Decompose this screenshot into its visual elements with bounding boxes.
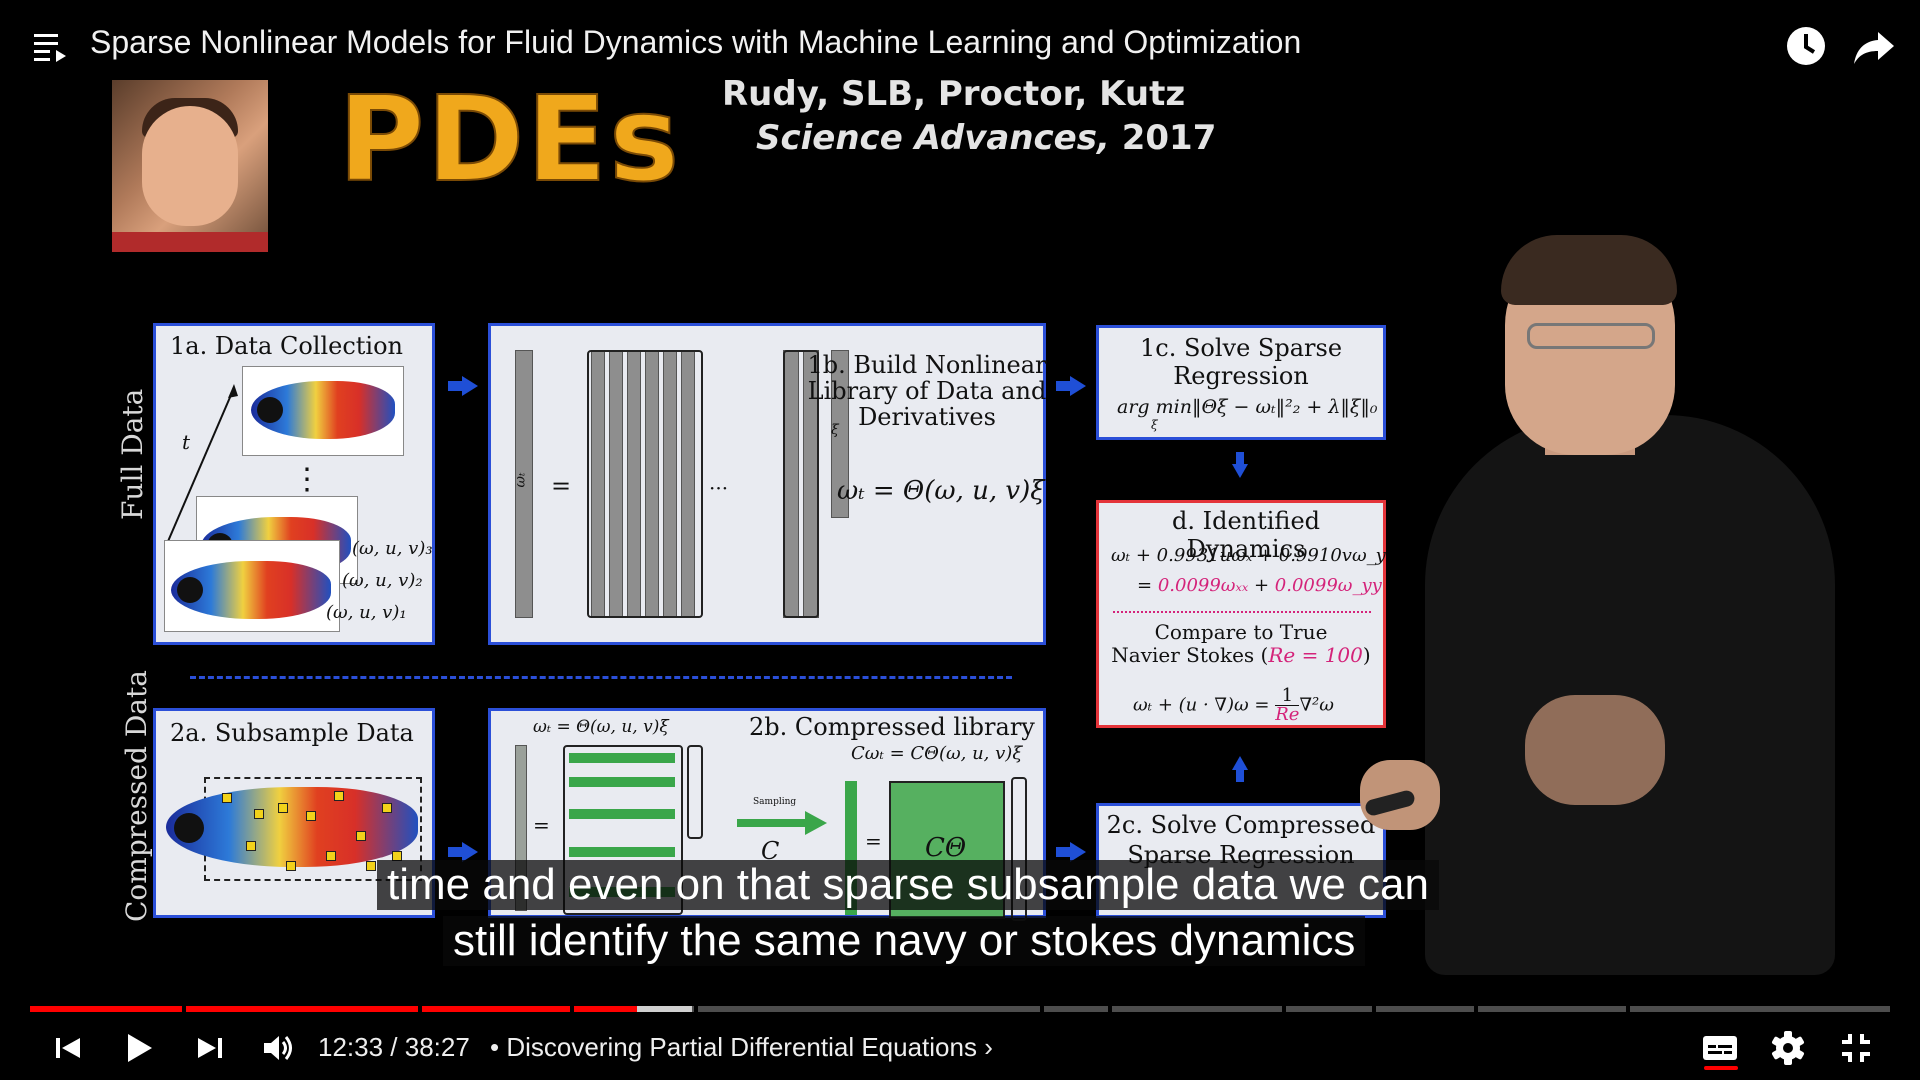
dots: ⋮: [292, 462, 322, 497]
sample-point: [278, 803, 288, 813]
sample-point: [366, 861, 376, 871]
panel-title: 1c. Solve Sparse Regression: [1139, 334, 1343, 390]
chapter-marker: [1626, 1006, 1630, 1012]
arrow-right: [1056, 376, 1086, 396]
chapter-marker: [694, 1006, 698, 1012]
played-bar: [30, 1006, 638, 1012]
chapter-marker: [1474, 1006, 1478, 1012]
subtitles-icon[interactable]: [1700, 1028, 1740, 1068]
progress-bar[interactable]: [30, 1006, 1890, 1012]
equals-sign: =: [533, 813, 550, 837]
sampling-arrow: [737, 811, 827, 835]
sample-point: [382, 803, 392, 813]
slide-journal: Science Advances, 2017: [756, 118, 1217, 158]
chapter-marker: [1372, 1006, 1376, 1012]
library-equation: ωₜ = Θ(ω, u, v)ξ: [837, 476, 1045, 506]
xi-column: [687, 745, 703, 839]
sample-point: [286, 861, 296, 871]
sampling-label: Sampling: [753, 797, 797, 807]
chapter-marker: [1108, 1006, 1112, 1012]
regression-formula: arg min‖Θξ − ωₜ‖²₂ + λ‖ξ‖₀: [1117, 396, 1378, 418]
slide-authors: Rudy, SLB, Proctor, Kutz: [722, 74, 1186, 114]
state-1: (ω, u, v)₁: [326, 602, 407, 623]
dynamics-line-2: = 0.0099ωₓₓ + 0.0099ω_yy: [1137, 575, 1382, 596]
panel-title: 1b. Build Nonlinear Library of Data and …: [807, 351, 1047, 431]
equals-sign-2: =: [865, 829, 882, 853]
chevron-right-icon: ›: [984, 1032, 993, 1062]
ellipsis: ···: [709, 476, 729, 500]
navier-stokes-equation: ωₜ + (u · ∇)ω = 1 Re ∇²ω: [1133, 685, 1334, 725]
watch-later-icon[interactable]: [1784, 24, 1828, 68]
snapshot-3: [242, 366, 404, 456]
slide-heading: PDEs: [337, 69, 682, 209]
state-3: (ω, u, v)₃: [352, 538, 433, 559]
chapter-marker: [418, 1006, 422, 1012]
side-label-full-data: Full Data: [116, 388, 149, 520]
state-2: (ω, u, v)₂: [342, 570, 423, 591]
volume-icon[interactable]: [258, 1028, 298, 1068]
sample-point: [246, 841, 256, 851]
previous-icon[interactable]: [48, 1028, 88, 1068]
time-label: t: [182, 430, 191, 454]
chapter-marker: [1282, 1006, 1286, 1012]
divider: [1113, 611, 1371, 613]
dynamics-line-1: ωₜ + 0.9931uωₓ + 0.9910vω_y: [1111, 545, 1386, 566]
settings-icon[interactable]: [1768, 1028, 1808, 1068]
vorticity-field: [166, 787, 418, 867]
chapter-marker: [570, 1006, 574, 1012]
next-icon[interactable]: [190, 1028, 230, 1068]
sample-point: [222, 793, 232, 803]
share-icon[interactable]: [1852, 24, 1896, 68]
sample-point: [334, 791, 344, 801]
side-label-compressed-data: Compressed Data: [120, 670, 153, 922]
exit-fullscreen-icon[interactable]: [1836, 1028, 1876, 1068]
panel-data-collection: 1a. Data Collection t ⋮ (ω, u, v)₃ (ω, u…: [153, 323, 435, 645]
sample-point: [356, 831, 366, 841]
arrow-right: [448, 376, 478, 396]
chapter-title[interactable]: • Discovering Partial Differential Equat…: [490, 1032, 993, 1063]
equals-sign: =: [551, 472, 572, 500]
subtitles-active-indicator: [1704, 1066, 1738, 1070]
video-title[interactable]: Sparse Nonlinear Models for Fluid Dynami…: [90, 24, 1301, 61]
panel-build-library: ωₜ = ··· ξ 1b. Build Nonlinear Library o…: [488, 323, 1047, 645]
lib-bracket-left: [587, 350, 703, 618]
panel-title: 2a. Subsample Data: [170, 719, 414, 747]
regression-sub: ξ: [1151, 418, 1158, 432]
top-equation: ωₜ = Θ(ω, u, v)ξ: [533, 717, 669, 737]
author-portrait: [112, 80, 268, 252]
sample-point: [326, 851, 336, 861]
caption-line-2: still identify the same navy or stokes d…: [443, 916, 1366, 966]
chapter-marker: [1040, 1006, 1044, 1012]
sample-point: [306, 811, 316, 821]
time-display: 12:33 / 38:27: [318, 1032, 470, 1062]
playlist-icon[interactable]: [34, 32, 66, 62]
chapter-marker: [182, 1006, 186, 1012]
arrow-up: [1232, 756, 1248, 782]
panel-title: 2b. Compressed library: [749, 713, 1035, 741]
compressed-equation: Cωₜ = CΘ(ω, u, v)ξ: [851, 743, 1023, 764]
snapshot-1: [164, 540, 340, 632]
arrow-right: [448, 842, 478, 862]
play-icon[interactable]: [118, 1028, 158, 1068]
lhs-label: ωₜ: [512, 472, 529, 488]
player-controls: 12:33 / 38:27 • Discovering Partial Diff…: [0, 1016, 1920, 1080]
arrow-down: [1232, 452, 1248, 478]
panel-solve-sparse: 1c. Solve Sparse Regression arg min‖Θξ −…: [1096, 325, 1386, 440]
panel-identified-dynamics: d. Identified Dynamics ωₜ + 0.9931uωₓ + …: [1096, 500, 1386, 728]
sample-point: [254, 809, 264, 819]
section-separator: [190, 676, 1012, 679]
arrow-right: [1056, 842, 1086, 862]
caption-line-1: time and even on that sparse subsample d…: [377, 860, 1439, 910]
compare-text: Compare to True Navier Stokes (Re = 100): [1111, 620, 1371, 667]
presenter: [1360, 235, 1835, 995]
